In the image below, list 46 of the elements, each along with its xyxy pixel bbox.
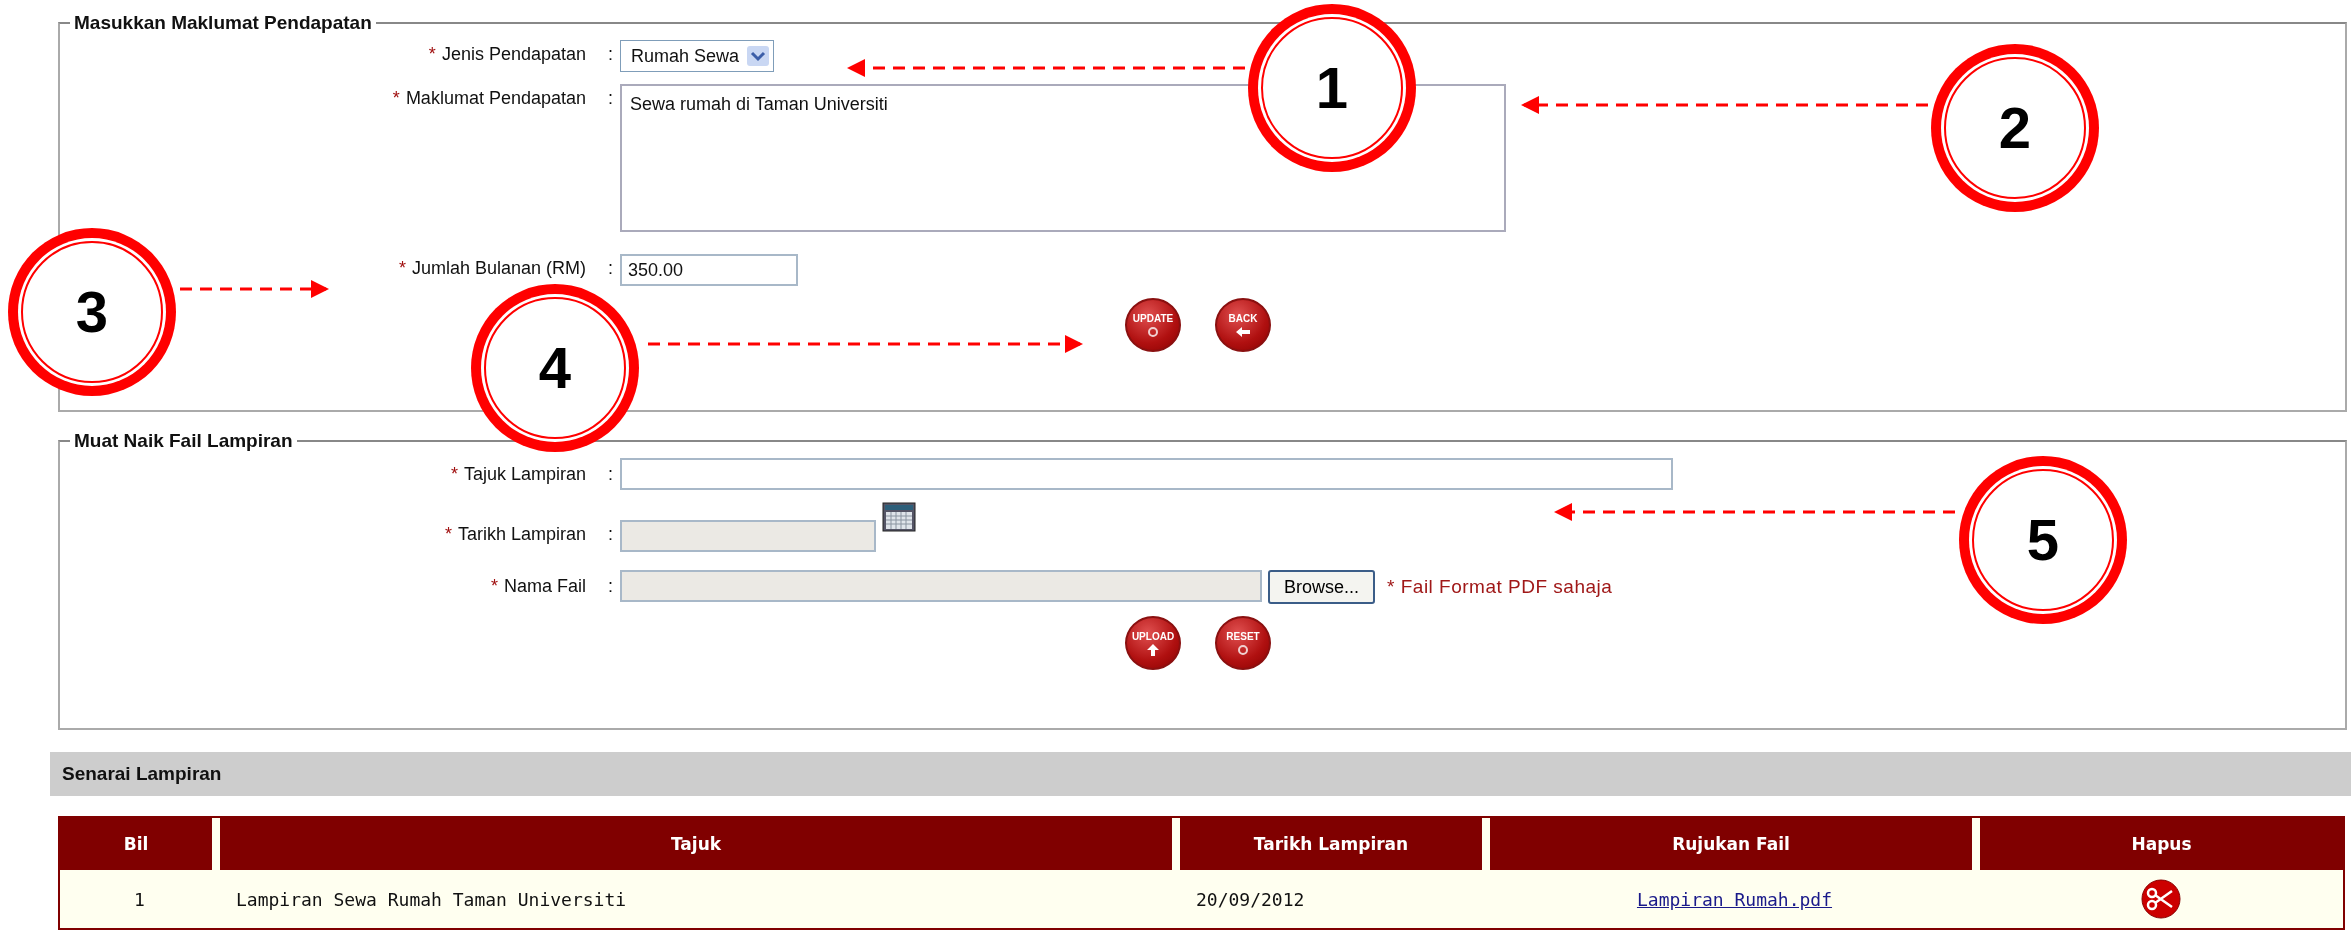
required-mark: * — [444, 524, 452, 545]
section-header: Senarai Lampiran — [50, 752, 2351, 796]
income-type-dropdown[interactable]: Rumah Sewa — [620, 40, 775, 72]
upload-button[interactable]: UPLOAD — [1125, 616, 1181, 670]
field-label: Jumlah Bulanan (RM) — [411, 258, 586, 279]
required-mark: * — [428, 44, 436, 65]
label-colon: : — [608, 464, 614, 485]
file-link[interactable]: Lampiran Rumah.pdf — [1636, 888, 1833, 910]
label-colon: : — [608, 576, 614, 597]
section-legend: Masukkan Maklumat Pendapatan — [70, 12, 376, 34]
table-cell-text: Lampiran Sewa Rumah Taman Universiti — [235, 887, 628, 912]
callout-number: 4 — [471, 284, 639, 452]
calendar-icon[interactable] — [882, 502, 916, 532]
file-format-note: * Fail Format PDF sahaja — [1387, 575, 1613, 598]
label-colon: : — [608, 44, 614, 65]
up-arrow-icon — [1146, 643, 1160, 656]
caret-icon — [747, 46, 770, 66]
refresh-icon — [1146, 325, 1160, 338]
table-cell-text: 20/09/2012 — [1195, 887, 1306, 912]
section-legend: Muat Naik Fail Lampiran — [70, 430, 297, 452]
column-header: Hapus — [1980, 818, 2343, 870]
field-label: Nama Fail — [503, 576, 586, 597]
left-arrow-icon — [1235, 325, 1251, 338]
label-colon: : — [608, 88, 614, 109]
callout-number: 2 — [1931, 44, 2099, 212]
required-mark: * — [392, 88, 400, 109]
refresh-icon — [1236, 643, 1250, 656]
scissors-icon[interactable] — [2141, 879, 2181, 919]
required-mark: * — [450, 464, 458, 485]
input-field[interactable] — [620, 458, 1673, 490]
field-label: Tajuk Lampiran — [463, 464, 586, 485]
callout-number: 5 — [1959, 456, 2127, 624]
reset-button[interactable]: RESET — [1215, 616, 1271, 670]
field-label: Maklumat Pendapatan — [405, 88, 586, 109]
field-label: Jenis Pendapatan — [441, 44, 586, 65]
back-button[interactable]: BACK — [1215, 298, 1271, 352]
table-cell-text: 1 — [133, 887, 146, 912]
field-label: Tarikh Lampiran — [457, 524, 586, 545]
label-colon: : — [608, 258, 614, 279]
callout-number: 3 — [8, 228, 176, 396]
input-field[interactable]: 350.00 — [620, 254, 798, 286]
callout-number: 1 — [1248, 4, 1416, 172]
update-button[interactable]: UPDATE — [1125, 298, 1181, 352]
required-mark: * — [490, 576, 498, 597]
required-mark: * — [398, 258, 406, 279]
label-colon: : — [608, 524, 614, 545]
